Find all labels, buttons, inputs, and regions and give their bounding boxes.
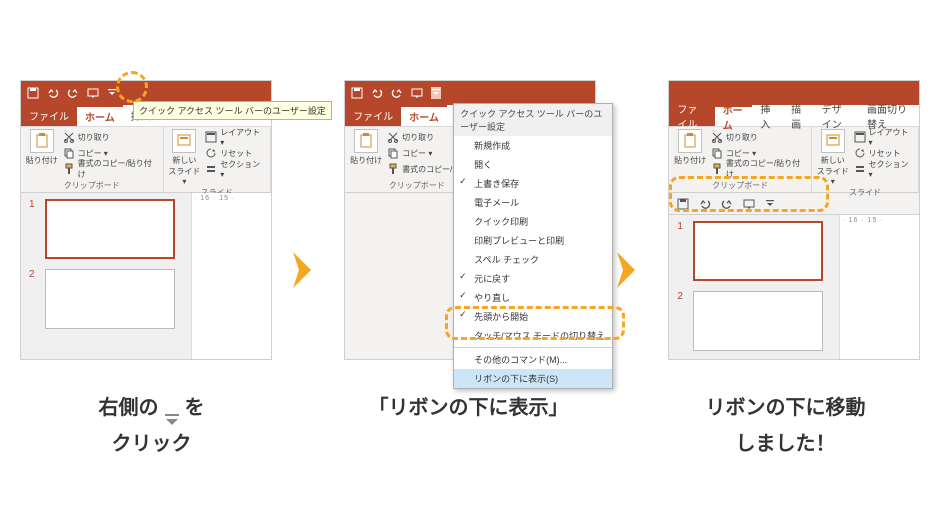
undo-icon[interactable] [47,87,59,99]
slides-group-label: スライド [816,186,914,199]
qat-customize-dropdown[interactable] [107,87,117,99]
step1-panel: クイック アクセス ツール バーのユーザー設定 ファイル ホーム 挿入 貼り付け… [20,80,272,360]
qat-customize-menu: クイック アクセス ツール バーのユーザー設定 新規作成 開く 上書き保存 電子… [453,103,613,389]
caption-1: 右側の を クリック [20,390,283,462]
new-slide-label: 新しい スライド ▾ [168,155,202,186]
undo-icon[interactable] [371,87,383,99]
thumbnail-1[interactable]: 1 [29,199,183,259]
new-slide-button[interactable]: 新しい スライド ▾ [816,129,850,186]
dd-title: クイック アクセス ツール バーのユーザー設定 [454,104,612,136]
step2-panel: ファイル ホーム 挿入 貼り付け 切り取り コピー ▾ 書式のコピー/貼り付け [344,80,596,360]
slide-thumbnails: 1 2 [21,193,191,359]
qat-customize-dropdown[interactable] [431,87,441,99]
dd-item-morecommands[interactable]: その他のコマンド(M)... [454,350,612,369]
tab-home[interactable]: ホーム [401,105,447,126]
start-icon[interactable] [743,198,755,210]
dd-item-show-below-ribbon[interactable]: リボンの下に表示(S) [454,369,612,388]
new-slide-label: 新しい スライド ▾ [816,155,850,186]
dd-item-printpreview[interactable]: 印刷プレビューと印刷 [454,231,612,250]
ribbon: 貼り付け 切り取り コピー ▾ 書式のコピー/貼り付け クリップボード 新しい … [669,127,919,193]
new-slide-button[interactable]: 新しい スライド ▾ [168,129,202,186]
thumbnail-2[interactable]: 2 [29,269,183,329]
ribbon-group-clipboard: 貼り付け 切り取り コピー ▾ 書式のコピー/貼り付け クリップボード [21,127,164,192]
redo-icon[interactable] [67,87,79,99]
ribbon-group-slides: 新しい スライド ▾ レイアウト ▾ リセット セクション ▾ スライド [812,127,919,192]
dd-item-spellcheck[interactable]: スペル チェック [454,250,612,269]
arrow-2 [616,245,649,295]
cut-button[interactable]: 切り取り [711,129,807,145]
step3-panel: ファイル ホーム 挿入 描画 デザイン 画面切り替え 貼り付け 切り取り コピー… [668,80,920,360]
slide-thumbnails: 1 2 [669,215,839,359]
paste-button[interactable]: 貼り付け [25,129,59,166]
cut-button[interactable]: 切り取り [63,129,159,145]
tab-transition[interactable]: 画面切り替え [859,105,919,126]
paste-button[interactable]: 貼り付け [673,129,707,166]
redo-icon[interactable] [721,198,733,210]
save-icon[interactable] [27,87,39,99]
dd-item-email[interactable]: 電子メール [454,193,612,212]
paste-label: 貼り付け [674,155,706,166]
tab-draw[interactable]: 描画 [783,105,814,126]
caption-3: リボンの下に移動 しました！ [654,390,917,462]
tab-file[interactable]: ファイル [345,105,401,126]
save-icon[interactable] [677,198,689,210]
format-painter-button[interactable]: 書式のコピー/貼り付け [711,161,807,177]
save-icon[interactable] [351,87,363,99]
chevron-down-icon [163,403,181,417]
dd-item-touchmouse[interactable]: タッチ/マウス モードの切り替え [454,326,612,345]
redo-icon[interactable] [391,87,403,99]
paste-button[interactable]: 貼り付け [349,129,383,166]
thumbnail-1[interactable]: 1 [677,221,831,281]
dd-item-open[interactable]: 開く [454,155,612,174]
tab-file[interactable]: ファイル [669,105,714,126]
slides-area: 1 2 · 16 · 15 · [669,215,919,359]
start-icon[interactable] [411,87,423,99]
titlebar [345,81,595,105]
format-painter-button[interactable]: 書式のコピー/貼り付け [63,161,159,177]
dd-item-new[interactable]: 新規作成 [454,136,612,155]
dd-item-redo[interactable]: やり直し [454,288,612,307]
start-icon[interactable] [87,87,99,99]
paste-label: 貼り付け [350,155,382,166]
dd-item-startshow[interactable]: 先頭から開始 [454,307,612,326]
ribbon-tabs: ファイル ホーム 挿入 描画 デザイン 画面切り替え [669,105,919,127]
dd-item-save[interactable]: 上書き保存 [454,174,612,193]
tab-design[interactable]: デザイン [814,105,859,126]
section-button[interactable]: セクション ▾ [854,161,914,177]
ribbon-group-slides: 新しい スライド ▾ レイアウト ▾ リセット セクション ▾ スライド [164,127,271,192]
qat-tooltip: クイック アクセス ツール バーのユーザー設定 [133,101,332,120]
tab-home[interactable]: ホーム [77,105,123,126]
clipboard-group-label: クリップボード [25,179,159,192]
caption-2: 「リボンの下に表示」 [337,390,600,462]
dd-item-undo[interactable]: 元に戻す [454,269,612,288]
slides-area: 1 2 · 16 · 15 · [21,193,271,359]
clipboard-group-label: クリップボード [673,179,807,192]
thumbnail-2[interactable]: 2 [677,291,831,351]
paste-label: 貼り付け [26,155,58,166]
layout-button[interactable]: レイアウト ▾ [205,129,265,145]
tab-insert[interactable]: 挿入 [752,105,783,126]
ruler: · 16 · 15 · [191,193,271,359]
qat-customize-dropdown[interactable] [765,198,775,210]
arrow-1 [292,245,325,295]
ruler: · 16 · 15 · [839,215,919,359]
tab-home[interactable]: ホーム [715,105,753,126]
ribbon-group-clipboard: 貼り付け 切り取り コピー ▾ 書式のコピー/貼り付け クリップボード [669,127,812,192]
dd-item-quickprint[interactable]: クイック印刷 [454,212,612,231]
section-button[interactable]: セクション ▾ [205,161,265,177]
tab-file[interactable]: ファイル [21,105,77,126]
undo-icon[interactable] [699,198,711,210]
ribbon: 貼り付け 切り取り コピー ▾ 書式のコピー/貼り付け クリップボード 新しい … [21,127,271,193]
layout-button[interactable]: レイアウト ▾ [854,129,914,145]
